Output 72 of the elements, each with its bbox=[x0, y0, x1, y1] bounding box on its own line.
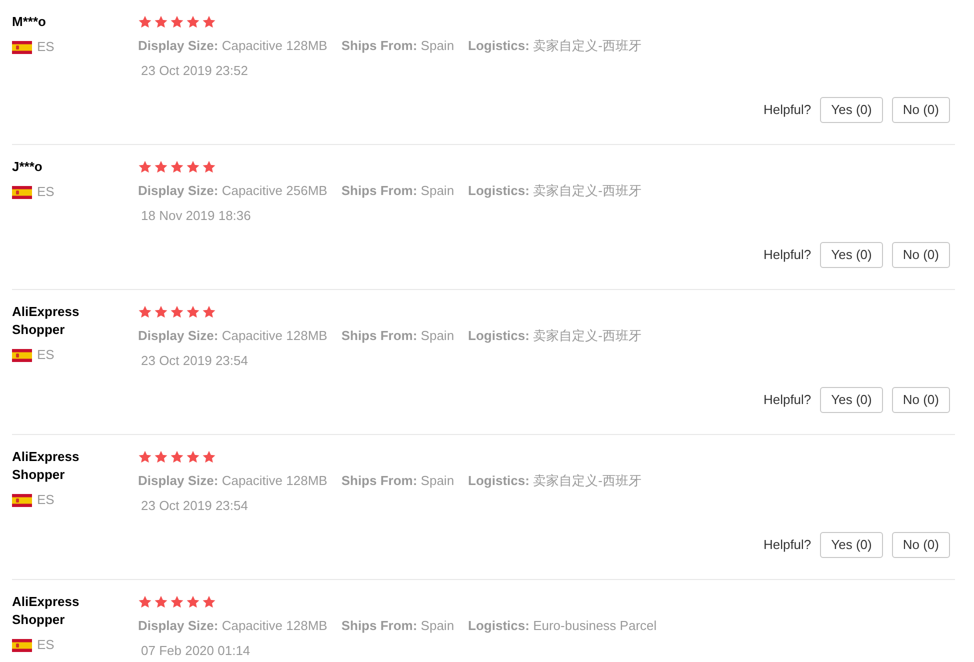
review-date: 23 Oct 2019 23:52 bbox=[141, 62, 248, 80]
country-code: ES bbox=[37, 491, 54, 509]
helpful-label: Helpful? bbox=[763, 391, 812, 410]
review-date: 18 Nov 2019 18:36 bbox=[141, 207, 251, 225]
flag-icon bbox=[12, 348, 32, 362]
product-attribute: Display Size: Capacitive 128MB bbox=[138, 617, 328, 635]
star-icon bbox=[170, 15, 184, 29]
product-attribute: Ships From: Spain bbox=[341, 37, 454, 55]
reviewer-name: J***o bbox=[12, 158, 44, 176]
product-attribute: Ships From: Spain bbox=[341, 472, 454, 490]
product-attribute: Logistics: Euro-business Parcel bbox=[468, 617, 657, 635]
yes-button[interactable]: Yes (0) bbox=[820, 97, 883, 123]
product-attribute: Logistics: 卖家自定义-西班牙 bbox=[468, 327, 642, 345]
country-code: ES bbox=[37, 183, 54, 201]
star-icon bbox=[186, 305, 200, 319]
no-button[interactable]: No (0) bbox=[892, 242, 950, 268]
star-icon bbox=[202, 450, 216, 464]
star-icon bbox=[170, 305, 184, 319]
reviewer-name: AliExpress Shopper bbox=[12, 303, 80, 339]
flag-icon bbox=[12, 40, 32, 54]
country-code: ES bbox=[37, 636, 54, 654]
star-icon bbox=[154, 305, 168, 319]
product-attribute: Display Size: Capacitive 128MB bbox=[138, 327, 328, 345]
reviewer-name: AliExpress Shopper bbox=[12, 593, 80, 629]
yes-button[interactable]: Yes (0) bbox=[820, 387, 883, 413]
no-button[interactable]: No (0) bbox=[892, 532, 950, 558]
review-date: 23 Oct 2019 23:54 bbox=[141, 497, 248, 515]
product-attribute: Logistics: 卖家自定义-西班牙 bbox=[468, 472, 642, 490]
helpful-label: Helpful? bbox=[763, 246, 812, 264]
star-icon bbox=[138, 305, 152, 319]
star-icon bbox=[154, 160, 168, 174]
helpful-label: Helpful? bbox=[763, 536, 812, 554]
star-icon bbox=[186, 160, 200, 174]
review-date: 07 Feb 2020 01:14 bbox=[141, 642, 250, 660]
star-icon bbox=[138, 450, 152, 464]
star-icon bbox=[186, 450, 200, 464]
star-icon bbox=[154, 15, 168, 29]
star-icon bbox=[202, 595, 216, 609]
yes-button[interactable]: Yes (0) bbox=[820, 242, 883, 268]
country-code: ES bbox=[37, 38, 54, 56]
reviewer-name: M***o bbox=[12, 13, 47, 31]
flag-icon bbox=[12, 494, 32, 506]
star-icon bbox=[170, 595, 184, 609]
star-icon bbox=[138, 595, 152, 609]
flag-icon bbox=[12, 638, 32, 652]
star-icon bbox=[138, 160, 152, 174]
product-attribute: Ships From: Spain bbox=[341, 327, 454, 345]
no-button[interactable]: No (0) bbox=[892, 97, 950, 123]
country-code: ES bbox=[37, 346, 54, 364]
star-icon bbox=[202, 305, 216, 319]
helpful-label: Helpful? bbox=[763, 101, 812, 120]
star-icon bbox=[154, 595, 168, 609]
product-attribute: Logistics: 卖家自定义-西班牙 bbox=[468, 182, 642, 200]
no-button[interactable]: No (0) bbox=[892, 387, 950, 413]
product-attribute: Display Size: Capacitive 256MB bbox=[138, 182, 328, 200]
product-attribute: Display Size: Capacitive 128MB bbox=[138, 37, 328, 55]
review-date: 23 Oct 2019 23:54 bbox=[141, 352, 248, 370]
product-attribute: Ships From: Spain bbox=[341, 182, 454, 200]
flag-icon bbox=[12, 186, 32, 198]
star-icon bbox=[154, 450, 168, 464]
star-icon bbox=[202, 160, 216, 174]
reviewer-name: AliExpress Shopper bbox=[12, 448, 80, 484]
star-icon bbox=[186, 15, 200, 29]
yes-button[interactable]: Yes (0) bbox=[820, 532, 883, 558]
star-icon bbox=[170, 160, 184, 174]
star-icon bbox=[186, 595, 200, 609]
product-attribute: Logistics: 卖家自定义-西班牙 bbox=[468, 37, 642, 55]
star-icon bbox=[170, 450, 184, 464]
star-icon bbox=[202, 15, 216, 29]
star-icon bbox=[138, 15, 152, 29]
product-attribute: Display Size: Capacitive 128MB bbox=[138, 472, 328, 490]
product-attribute: Ships From: Spain bbox=[341, 617, 454, 635]
